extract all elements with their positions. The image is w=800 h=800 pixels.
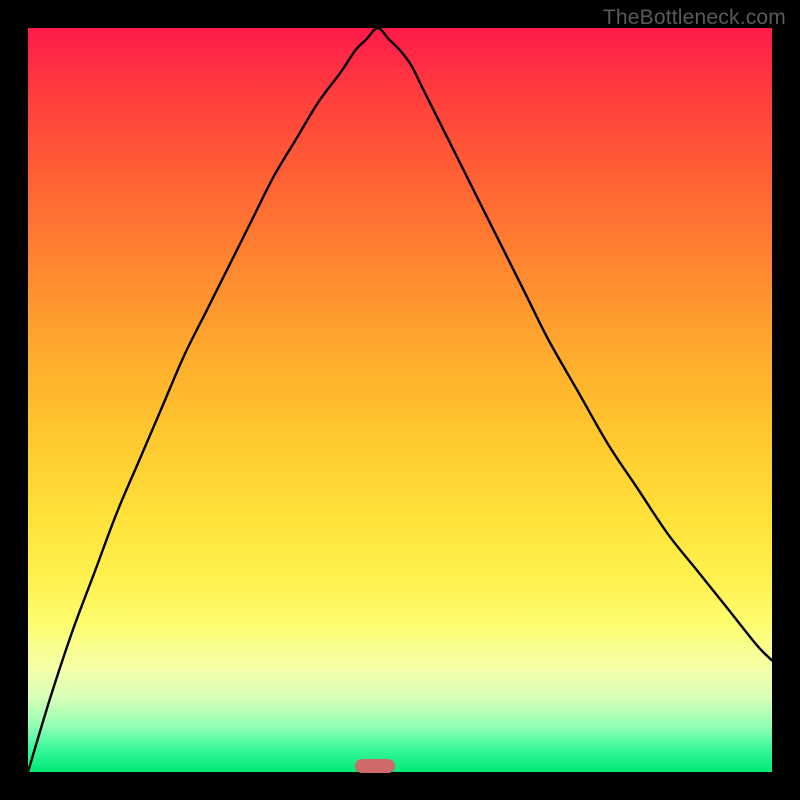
plot-area [28, 28, 772, 772]
bottleneck-curve [28, 28, 772, 772]
optimum-marker [355, 759, 395, 773]
curve-layer [28, 28, 772, 772]
watermark-text: TheBottleneck.com [603, 6, 786, 30]
chart-frame: TheBottleneck.com [0, 0, 800, 800]
